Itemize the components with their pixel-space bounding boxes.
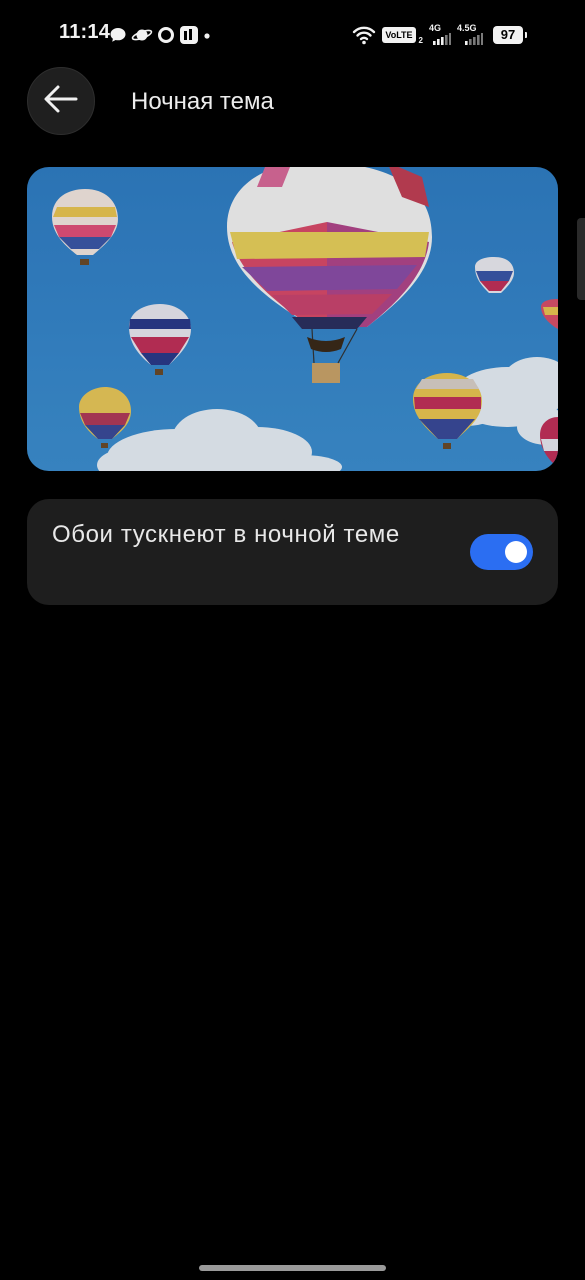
setting-label: Обои тускнеют в ночной теме: [52, 521, 400, 548]
wifi-icon: [352, 25, 376, 45]
network-type-label: 4G: [429, 23, 442, 33]
home-indicator[interactable]: [199, 1265, 386, 1271]
dim-wallpaper-setting[interactable]: Обои тускнеют в ночной теме: [27, 499, 558, 605]
ring-app-icon: [157, 26, 175, 44]
planet-icon: [131, 26, 153, 44]
battery-icon: 97: [493, 26, 527, 44]
back-button[interactable]: [27, 67, 95, 135]
network-4g: 4G: [429, 23, 451, 47]
status-time: 11:14: [59, 21, 111, 43]
signal-icon: [433, 33, 451, 45]
signal-icon: [465, 33, 483, 45]
page-title: Ночная тема: [131, 88, 274, 115]
mi-app-icon: [179, 25, 199, 45]
network-type-label: 4.5G: [457, 23, 477, 33]
wallpaper-preview: [27, 167, 558, 471]
toggle-knob: [505, 541, 527, 563]
status-bar: 11:14 VoLTE 2 4G 4.5G 97: [0, 0, 585, 70]
system-icons: VoLTE 2 4G 4.5G 97: [352, 22, 527, 48]
dot-icon: [203, 26, 211, 44]
arrow-left-icon: [42, 84, 80, 118]
notification-icons: [109, 24, 211, 46]
side-scroll-indicator: [577, 218, 585, 300]
volte-badge: VoLTE: [382, 27, 416, 43]
network-45g: 4.5G: [457, 23, 483, 47]
dim-wallpaper-toggle[interactable]: [470, 534, 533, 570]
chat-bubble-icon: [109, 26, 127, 44]
volte-sim-index: 2: [418, 35, 423, 45]
balloons-wallpaper-image: [27, 167, 558, 471]
